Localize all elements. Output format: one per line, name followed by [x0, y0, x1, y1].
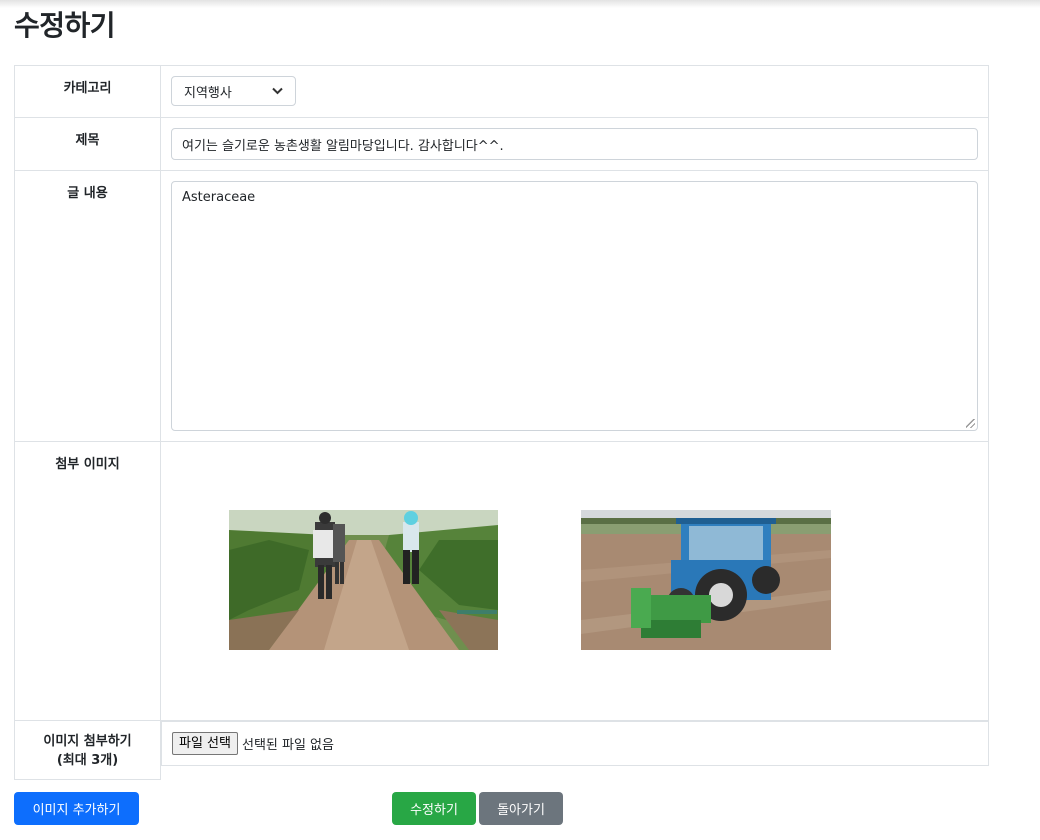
category-cell: 지역행사	[160, 65, 989, 118]
upload-label-line2: (최대 3개)	[56, 753, 119, 768]
file-status-text: 선택된 파일 없음	[241, 738, 334, 753]
category-row: 카테고리 지역행사	[14, 65, 989, 118]
submit-edit-button[interactable]: 수정하기	[392, 792, 476, 825]
attached-images-row: 첨부 이미지	[14, 441, 989, 721]
attached-images-cell	[160, 441, 989, 721]
subject-input[interactable]: 여기는 슬기로운 농촌생활 알림마당입니다. 감사합니다^^.	[171, 128, 978, 160]
category-select[interactable]: 지역행사	[171, 76, 296, 106]
content-cell: Asteraceae	[160, 170, 989, 442]
chevron-down-icon	[272, 85, 283, 98]
upload-label-line1: 이미지 첨부하기	[43, 734, 132, 749]
content-row: 글 내용 Asteraceae	[14, 170, 989, 442]
category-label: 카테고리	[14, 65, 161, 118]
upload-row: 이미지 첨부하기 (최대 3개) 파일 선택 선택된 파일 없음	[14, 720, 989, 780]
content-label: 글 내용	[14, 170, 161, 442]
upload-label: 이미지 첨부하기 (최대 3개)	[14, 720, 161, 780]
subject-cell: 여기는 슬기로운 농촌생활 알림마당입니다. 감사합니다^^.	[160, 117, 989, 171]
back-button[interactable]: 돌아가기	[479, 792, 563, 825]
subject-row: 제목 여기는 슬기로운 농촌생활 알림마당입니다. 감사합니다^^.	[14, 117, 989, 171]
edit-form-table: 카테고리 지역행사 제목 여기는 슬기로운 농촌생활 알림마당입니다. 감사합니…	[14, 65, 989, 780]
category-selected-value: 지역행사	[184, 85, 232, 101]
top-shadow	[0, 0, 1040, 8]
page-title: 수정하기	[14, 9, 116, 42]
blue-tractor-photo[interactable]	[581, 510, 831, 650]
content-text: Asteraceae	[182, 190, 256, 205]
choose-file-button[interactable]: 파일 선택	[172, 732, 238, 755]
attached-images-area	[161, 442, 988, 720]
resize-handle-icon[interactable]	[966, 419, 975, 428]
attached-images-label: 첨부 이미지	[14, 441, 161, 721]
content-textarea[interactable]: Asteraceae	[171, 181, 978, 431]
upload-cell: 파일 선택 선택된 파일 없음	[161, 721, 989, 766]
orchard-workers-photo[interactable]	[229, 510, 498, 650]
subject-label: 제목	[14, 117, 161, 171]
add-image-button[interactable]: 이미지 추가하기	[14, 792, 139, 825]
